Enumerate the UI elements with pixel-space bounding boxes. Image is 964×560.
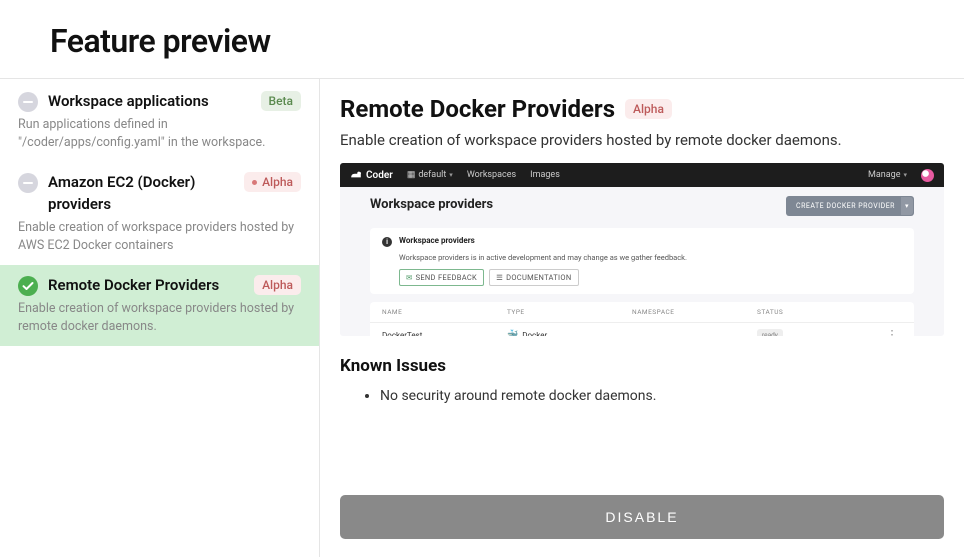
row-type: Docker <box>522 331 547 337</box>
main-panel: Remote Docker Providers Alpha Enable cre… <box>320 79 964 557</box>
nav-manage: Manage ▾ <box>868 170 907 180</box>
sidebar-item-remote-docker[interactable]: Remote Docker Providers Alpha Enable cre… <box>0 265 319 346</box>
sidebar-item-label: Amazon EC2 (Docker) providers <box>48 172 234 216</box>
check-circle-icon <box>18 276 38 296</box>
coder-logo: Coder <box>350 169 393 181</box>
status-badge: Alpha <box>244 172 301 192</box>
nav-images: Images <box>530 170 560 180</box>
notice-body: Workspace providers is in active develop… <box>399 253 687 262</box>
feature-title: Remote Docker Providers <box>340 95 615 123</box>
known-issues-heading: Known Issues <box>340 356 944 376</box>
preview-screenshot: Coder ▦ default ▾ Workspaces Images Mana… <box>340 163 944 336</box>
sidebar-item-desc: Enable creation of workspace providers h… <box>18 300 301 336</box>
sidebar-item-ec2-docker[interactable]: Amazon EC2 (Docker) providers Alpha Enab… <box>0 162 319 265</box>
sidebar-item-desc: Run applications defined in "/coder/apps… <box>18 116 301 152</box>
col-type: TYPE <box>507 308 632 316</box>
providers-table: NAME TYPE NAMESPACE STATUS DockerTest 🐳D… <box>370 302 914 336</box>
status-badge: Beta <box>261 91 301 111</box>
create-provider-button: CREATE DOCKER PROVIDER▾ <box>786 196 914 216</box>
col-name: NAME <box>382 308 507 316</box>
sidebar-item-workspace-applications[interactable]: Workspace applications Beta Run applicat… <box>0 81 319 162</box>
sidebar-item-label: Remote Docker Providers <box>48 275 244 297</box>
page-title: Feature preview <box>50 22 914 60</box>
status-badge: Alpha <box>254 275 301 295</box>
row-status: ready <box>757 329 783 336</box>
feature-sidebar: Workspace applications Beta Run applicat… <box>0 79 320 557</box>
docker-icon: 🐳 <box>507 330 518 336</box>
table-row: DockerTest 🐳 Docker ready ⋮ <box>370 322 914 336</box>
col-status: STATUS <box>757 308 882 316</box>
more-icon: ⋮ <box>882 333 902 336</box>
send-feedback-button: ✉ SEND FEEDBACK <box>399 269 484 286</box>
avatar <box>921 169 934 182</box>
nav-workspaces: Workspaces <box>467 170 516 180</box>
issue-item: No security around remote docker daemons… <box>380 388 944 404</box>
disable-button[interactable]: DISABLE <box>340 495 944 539</box>
status-badge: Alpha <box>625 99 672 119</box>
col-namespace: NAMESPACE <box>632 308 757 316</box>
notice-title: Workspace providers <box>399 236 687 245</box>
sidebar-item-desc: Enable creation of workspace providers h… <box>18 219 301 255</box>
info-icon: i <box>382 237 392 247</box>
row-name: DockerTest <box>382 331 507 337</box>
feature-desc: Enable creation of workspace providers h… <box>340 131 944 149</box>
sidebar-item-label: Workspace applications <box>48 91 251 113</box>
nav-default: ▦ default ▾ <box>407 170 453 180</box>
documentation-button: ☰ DOCUMENTATION <box>489 269 578 286</box>
minus-circle-icon <box>18 173 38 193</box>
minus-circle-icon <box>18 92 38 112</box>
